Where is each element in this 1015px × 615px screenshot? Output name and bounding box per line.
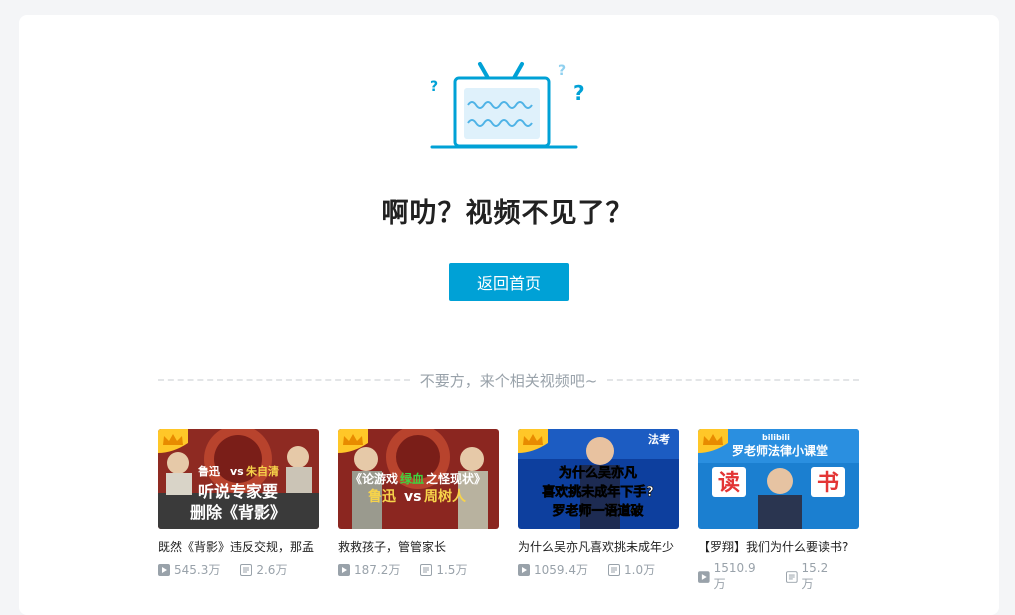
thumb-text: 周树人 <box>424 488 467 505</box>
crown-badge-icon <box>158 429 188 453</box>
svg-text:?: ? <box>558 63 566 79</box>
thumb-text: 删除《背影》 <box>190 503 286 522</box>
thumb-text: 听说专家要 <box>198 482 278 501</box>
thumb-text: 读 <box>718 471 740 496</box>
comment-count-value: 2.6万 <box>256 563 288 577</box>
comment-icon <box>420 563 433 576</box>
play-count-value: 1059.4万 <box>534 563 588 577</box>
thumb-text: bilibili <box>762 433 790 442</box>
comment-count-value: 1.0万 <box>624 563 656 577</box>
video-stats: 187.2万 1.5万 <box>338 561 499 578</box>
comment-count-value: 15.2万 <box>801 561 829 591</box>
error-title: 啊叻？视频不见了？ <box>381 198 634 229</box>
play-count: 545.3万 <box>158 561 220 578</box>
thumb-text: 绿血 <box>400 471 424 486</box>
play-count: 187.2万 <box>338 561 400 578</box>
comment-count: 15.2万 <box>785 561 839 592</box>
video-card[interactable]: bilibili 罗老师法律小课堂 读 书 【罗翔】我们为什么要读书? 1510… <box>698 429 859 592</box>
comment-count: 2.6万 <box>240 561 287 578</box>
video-title[interactable]: 既然《背影》违反交规，那孟 <box>158 539 319 555</box>
divider-line-right <box>607 379 860 381</box>
video-title[interactable]: 【罗翔】我们为什么要读书? <box>698 539 859 555</box>
video-title[interactable]: 救救孩子，管管家长 <box>338 539 499 555</box>
play-count-value: 187.2万 <box>354 563 401 577</box>
related-video-list: 鲁迅 vs 朱自清 听说专家要 删除《背影》 既然《背影》违反交规，那孟 545… <box>158 429 860 592</box>
crown-badge-icon <box>338 429 368 453</box>
play-icon <box>698 570 710 583</box>
video-thumbnail[interactable]: 《论游戏 绿血 之怪现状》 鲁迅 vs 周树人 <box>338 429 499 529</box>
thumb-text: 鲁迅 <box>198 464 220 478</box>
thumb-text: 朱自清 <box>245 464 279 478</box>
thumb-text: 书 <box>817 471 839 496</box>
thumb-text: 喜欢挑未成年下手? <box>542 484 654 500</box>
thumb-text: vs <box>230 465 244 478</box>
thumb-text: 《论游戏 <box>350 471 398 486</box>
video-stats: 1059.4万 1.0万 <box>518 561 679 578</box>
thumb-text: 罗老师一语道破 <box>552 503 643 519</box>
comment-icon <box>240 563 253 576</box>
video-card[interactable]: 《论游戏 绿血 之怪现状》 鲁迅 vs 周树人 救救孩子，管管家长 187.2万… <box>338 429 499 592</box>
return-home-button[interactable]: 返回首页 <box>449 263 569 301</box>
video-card[interactable]: 鲁迅 vs 朱自清 听说专家要 删除《背影》 既然《背影》违反交规，那孟 545… <box>158 429 319 592</box>
thumb-text: 鲁迅 <box>367 488 396 505</box>
video-card[interactable]: 法考 为什么吴亦凡 喜欢挑未成年下手? 罗老师一语道破 为什么吴亦凡喜欢挑未成年… <box>518 429 679 592</box>
thumb-text: 之怪现状》 <box>426 471 486 486</box>
crown-badge-icon <box>698 429 728 453</box>
comment-count: 1.0万 <box>608 561 655 578</box>
play-icon <box>518 563 530 576</box>
video-thumbnail[interactable]: 法考 为什么吴亦凡 喜欢挑未成年下手? 罗老师一语道破 <box>518 429 679 529</box>
video-stats: 1510.9万 15.2万 <box>698 561 859 592</box>
crown-badge-icon <box>518 429 548 453</box>
video-thumbnail[interactable]: 鲁迅 vs 朱自清 听说专家要 删除《背影》 <box>158 429 319 529</box>
related-divider: 不要方，来个相关视频吧~ <box>158 370 860 390</box>
video-thumbnail[interactable]: bilibili 罗老师法律小课堂 读 书 <box>698 429 859 529</box>
thumb-text: 法考 <box>648 432 670 446</box>
broken-tv-icon: ? ? ? <box>430 62 585 149</box>
comment-icon <box>785 570 798 583</box>
svg-text:?: ? <box>573 81 585 105</box>
divider-text: 不要方，来个相关视频吧~ <box>419 371 598 390</box>
comment-count: 1.5万 <box>420 561 467 578</box>
video-stats: 545.3万 2.6万 <box>158 561 319 578</box>
play-count: 1059.4万 <box>518 561 588 578</box>
svg-text:?: ? <box>430 79 438 95</box>
play-icon <box>158 563 170 576</box>
comment-icon <box>608 563 620 576</box>
play-count: 1510.9万 <box>698 561 766 592</box>
video-title[interactable]: 为什么吴亦凡喜欢挑未成年少 <box>518 539 679 555</box>
play-count-value: 1510.9万 <box>713 561 756 591</box>
thumb-text: vs <box>404 489 421 505</box>
thumb-text: 为什么吴亦凡 <box>559 465 637 481</box>
divider-line-left <box>158 379 410 381</box>
play-icon <box>338 563 350 576</box>
comment-count-value: 1.5万 <box>436 563 468 577</box>
thumb-text: 罗老师法律小课堂 <box>732 443 828 458</box>
play-count-value: 545.3万 <box>174 563 221 577</box>
